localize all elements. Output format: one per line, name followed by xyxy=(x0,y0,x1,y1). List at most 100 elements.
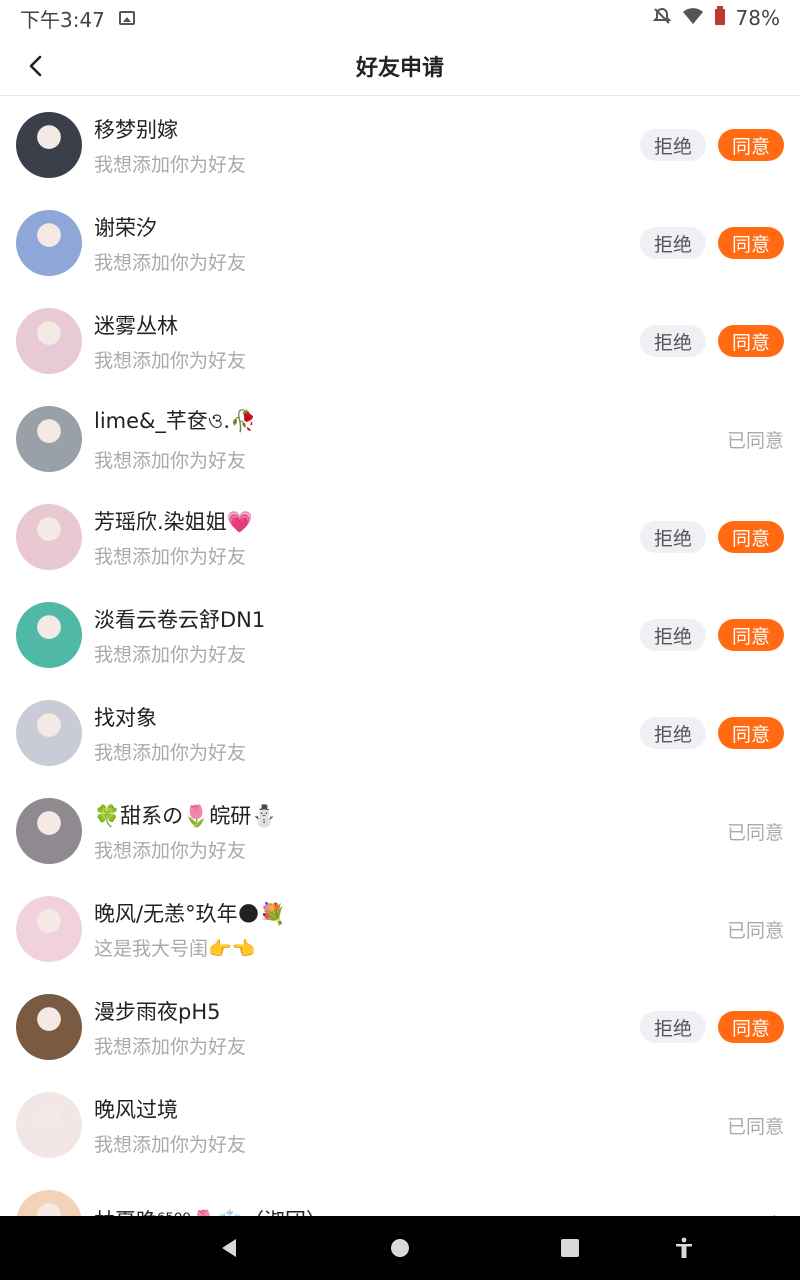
requester-name: 找对象 xyxy=(94,705,157,730)
chevron-left-icon xyxy=(29,55,42,77)
request-message: 我想添加你为好友 xyxy=(94,1133,247,1156)
requester-name: lime&_芊奁ও.🥀 xyxy=(94,409,257,433)
reject-button[interactable]: 拒绝 xyxy=(639,619,706,651)
request-actions: 拒绝 同意 xyxy=(639,1011,784,1043)
accepted-status: 已同意 xyxy=(726,919,784,942)
accessibility-button[interactable] xyxy=(660,1224,708,1272)
accept-button[interactable]: 同意 xyxy=(717,129,784,161)
request-actions: 拒绝 同意 xyxy=(639,227,784,259)
friend-request-row[interactable]: lime&_芊奁ও.🥀 我想添加你为好友 已同意 xyxy=(0,390,800,488)
friend-request-row[interactable]: 迷雾丛林我想添加你为好友 拒绝 同意 xyxy=(0,292,800,390)
nav-home-button[interactable] xyxy=(376,1224,424,1272)
friend-request-row[interactable]: 晚风/无恙°玖年🌑💐 这是我大号闺👉👈 已同意 xyxy=(0,880,800,978)
requester-name: 移梦别嫁 xyxy=(94,117,178,142)
nav-back-button[interactable] xyxy=(205,1224,253,1272)
avatar[interactable] xyxy=(16,504,82,570)
request-actions: 拒绝 同意 xyxy=(639,521,784,553)
request-text: 漫步雨夜pH5 我想添加你为好友 xyxy=(94,996,640,1059)
wifi-icon xyxy=(682,6,704,30)
friend-request-row[interactable]: 林夏晚⁶⁵⁰⁰🌷❄️（淑团）已同意 xyxy=(0,1174,800,1216)
request-actions: 拒绝 同意 xyxy=(639,325,784,357)
avatar[interactable] xyxy=(16,700,82,766)
requester-name: 芳瑶欣.染姐姐💗 xyxy=(94,509,253,534)
circle-home-icon xyxy=(391,1239,409,1257)
request-message: 我想添加你为好友 xyxy=(94,839,247,862)
accept-button[interactable]: 同意 xyxy=(717,227,784,259)
avatar[interactable] xyxy=(16,1190,82,1216)
bell-muted-icon xyxy=(652,6,672,31)
page-title: 好友申请 xyxy=(355,55,444,81)
accessibility-icon xyxy=(676,1237,692,1258)
reject-button[interactable]: 拒绝 xyxy=(639,521,706,553)
battery-percent: 78% xyxy=(735,6,780,30)
avatar[interactable] xyxy=(16,896,82,962)
requester-name: 迷雾丛林 xyxy=(94,313,178,338)
friend-request-row[interactable]: 芳瑶欣.染姐姐💗 我想添加你为好友 拒绝 同意 xyxy=(0,488,800,586)
nav-recents-button[interactable] xyxy=(546,1224,594,1272)
reject-button[interactable]: 拒绝 xyxy=(639,1011,706,1043)
request-message: 我想添加你为好友 xyxy=(94,741,247,764)
square-recents-icon xyxy=(561,1239,579,1257)
back-button[interactable] xyxy=(16,46,56,86)
status-time: 下午3:47 xyxy=(20,7,105,32)
battery-icon xyxy=(714,5,726,31)
requester-name: 林夏晚⁶⁵⁰⁰🌷❄️（淑团） xyxy=(94,1205,727,1216)
avatar[interactable] xyxy=(16,210,82,276)
friend-request-row[interactable]: 找对象 我想添加你为好友 拒绝 同意 xyxy=(0,684,800,782)
requester-name: 🍀甜系の🌷皖研⛄ xyxy=(94,803,278,828)
request-message: 我想添加你为好友 xyxy=(94,349,247,372)
system-nav-bar xyxy=(0,1216,800,1280)
friend-request-row[interactable]: 晚风过境 我想添加你为好友 已同意 xyxy=(0,1076,800,1174)
status-bar: 下午3:47 78% xyxy=(0,0,800,36)
request-actions: 拒绝 同意 xyxy=(639,129,784,161)
avatar[interactable] xyxy=(16,798,82,864)
request-text: 淡看云卷云舒DN1 我想添加你为好友 xyxy=(94,604,640,667)
request-text: 林夏晚⁶⁵⁰⁰🌷❄️（淑团） xyxy=(94,1205,727,1216)
reject-button[interactable]: 拒绝 xyxy=(639,129,706,161)
reject-button[interactable]: 拒绝 xyxy=(639,717,706,749)
accept-button[interactable]: 同意 xyxy=(717,325,784,357)
accept-button[interactable]: 同意 xyxy=(717,717,784,749)
request-message: 我想添加你为好友 xyxy=(94,153,247,176)
request-actions: 拒绝 同意 xyxy=(639,717,784,749)
request-actions: 拒绝 同意 xyxy=(639,619,784,651)
friend-request-row[interactable]: 谢荣汐 我想添加你为好友 拒绝 同意 xyxy=(0,194,800,292)
friend-request-row[interactable]: 🍀甜系の🌷皖研⛄ 我想添加你为好友 已同意 xyxy=(0,782,800,880)
requester-name: 淡看云卷云舒DN1 xyxy=(94,607,266,632)
accepted-status: 已同意 xyxy=(726,429,784,452)
photo-notification-icon xyxy=(118,11,135,25)
request-text: 晚风/无恙°玖年🌑💐 这是我大号闺👉👈 xyxy=(94,898,727,961)
request-message: 我想添加你为好友 xyxy=(94,450,247,472)
avatar[interactable] xyxy=(16,994,82,1060)
reject-button[interactable]: 拒绝 xyxy=(639,227,706,259)
request-text: 🍀甜系の🌷皖研⛄ 我想添加你为好友 xyxy=(94,800,727,863)
avatar[interactable] xyxy=(16,112,82,178)
friend-request-list[interactable]: 移梦别嫁 我想添加你为好友 拒绝 同意 谢荣汐 我想添加你为好友 拒绝 同意 迷雾丛林 我想添加你… xyxy=(0,96,800,1216)
avatar[interactable] xyxy=(16,602,82,668)
request-message: 我想添加你为好友 xyxy=(94,251,247,274)
requester-name: 漫步雨夜pH5 xyxy=(94,999,221,1024)
triangle-back-icon xyxy=(222,1239,236,1257)
requester-name: 晚风/无恙°玖年🌑💐 xyxy=(94,901,286,926)
accept-button[interactable]: 同意 xyxy=(717,619,784,651)
avatar[interactable] xyxy=(16,406,82,472)
friend-request-row[interactable]: 移梦别嫁 我想添加你为好友 拒绝 同意 xyxy=(0,96,800,194)
friend-request-row[interactable]: 淡看云卷云舒DN1 我想添加你为好友 拒绝 同意 xyxy=(0,586,800,684)
request-message: 这是我大号闺👉👈 xyxy=(94,937,256,960)
requester-name: 晚风过境 xyxy=(94,1097,178,1122)
request-message: 我想添加你为好友 xyxy=(94,545,247,568)
friend-request-row[interactable]: 漫步雨夜pH5 我想添加你为好友 拒绝 同意 xyxy=(0,978,800,1076)
app-bar: 好友申请 xyxy=(0,36,800,96)
request-text: lime&_芊奁ও.🥀 我想添加你为好友 xyxy=(94,405,727,473)
request-text: 移梦别嫁我想添加你为好友 xyxy=(94,114,640,177)
accepted-status: 已同意 xyxy=(726,821,784,844)
reject-button[interactable]: 拒绝 xyxy=(639,325,706,357)
request-text: 找对象我想添加你为好友 xyxy=(94,702,640,765)
request-text: 晚风过境我想添加你为好友 xyxy=(94,1094,727,1157)
accept-button[interactable]: 同意 xyxy=(717,1011,784,1043)
accept-button[interactable]: 同意 xyxy=(717,521,784,553)
avatar[interactable] xyxy=(16,308,82,374)
avatar[interactable] xyxy=(16,1092,82,1158)
request-text: 芳瑶欣.染姐姐💗 我想添加你为好友 xyxy=(94,506,640,569)
request-text: 谢荣汐 我想添加你为好友 xyxy=(94,212,640,275)
